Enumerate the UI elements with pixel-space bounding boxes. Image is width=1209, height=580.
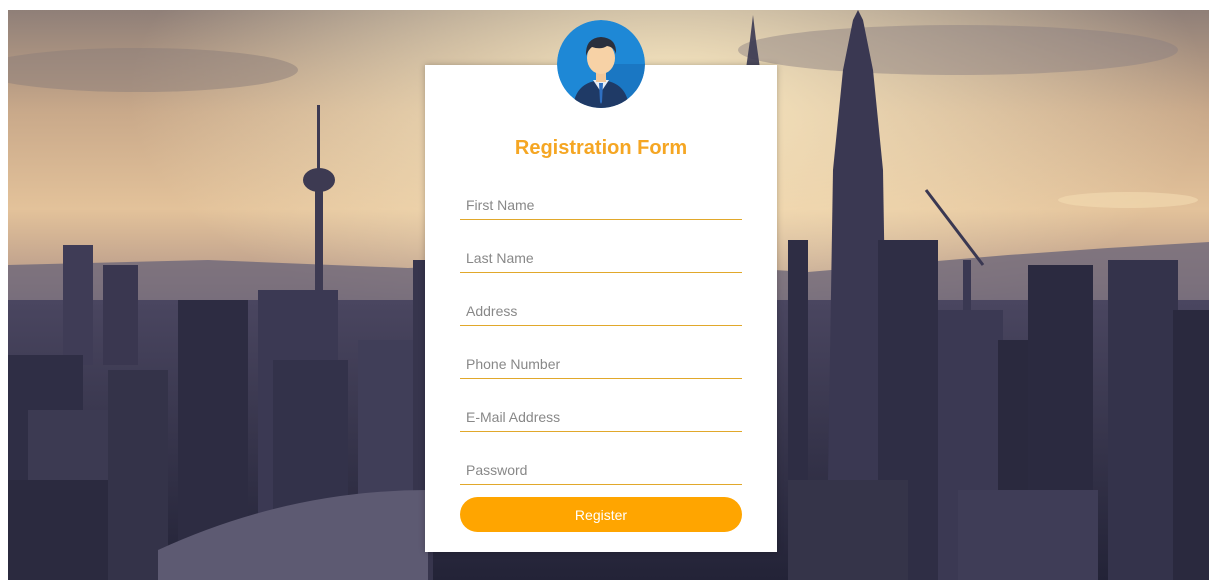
email-field[interactable]: [460, 402, 742, 432]
first-name-field[interactable]: [460, 190, 742, 220]
last-name-field[interactable]: [460, 243, 742, 273]
user-avatar-icon: [557, 20, 645, 108]
register-button[interactable]: Register: [460, 497, 742, 532]
phone-number-field[interactable]: [460, 349, 742, 379]
address-field[interactable]: [460, 296, 742, 326]
password-field[interactable]: [460, 455, 742, 485]
form-title: Registration Form: [514, 137, 688, 159]
